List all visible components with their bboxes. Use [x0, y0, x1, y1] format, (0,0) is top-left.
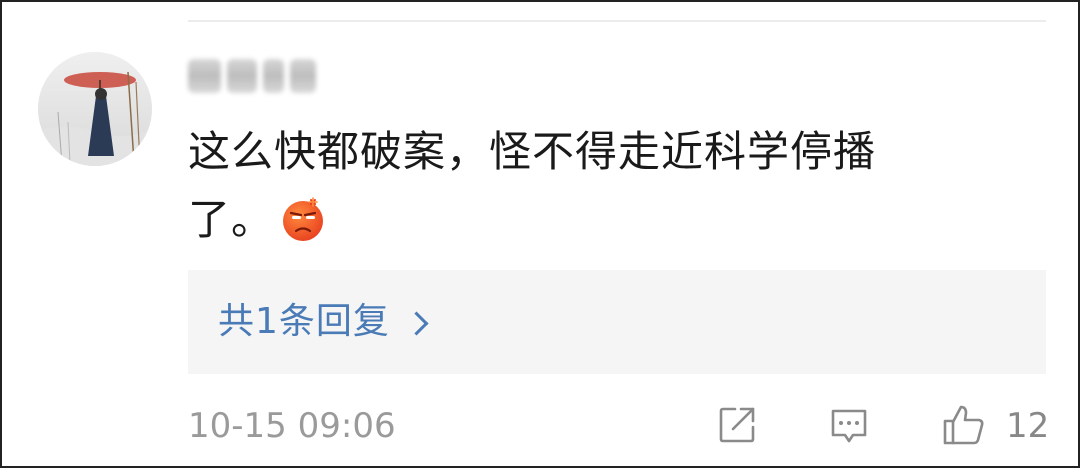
- share-icon: [719, 407, 755, 443]
- username-blur-block: [227, 59, 257, 93]
- angry-face-emoji-icon: [280, 194, 326, 241]
- avatar-illustration: [38, 52, 152, 166]
- comment-body: 这么快都破案，怪不得走近科学停播 了。: [188, 118, 968, 254]
- chevron-right-icon: [404, 310, 429, 336]
- username-blur-block: [290, 59, 316, 93]
- replies-count-label: 共1条回复: [218, 301, 390, 342]
- view-replies-button[interactable]: 共1条回复: [188, 270, 1046, 374]
- share-button[interactable]: [712, 400, 762, 450]
- top-divider: [188, 20, 1046, 22]
- comment-line-2-text: 了。: [188, 195, 275, 244]
- view-replies-link[interactable]: 共1条回复: [218, 300, 429, 344]
- username-blur-block: [262, 59, 285, 93]
- comment-timestamp: 10-15 09:06: [188, 406, 396, 446]
- comment-icon: [831, 409, 867, 443]
- comment-line-1: 这么快都破案，怪不得走近科学停播: [188, 127, 877, 176]
- reply-button[interactable]: [824, 400, 874, 450]
- like-button[interactable]: [938, 400, 988, 450]
- user-avatar[interactable]: [38, 52, 152, 166]
- username-blurred[interactable]: [188, 54, 316, 98]
- comment-card: 这么快都破案，怪不得走近科学停播 了。 共1条回复 10-15 09:06 12: [0, 0, 1080, 468]
- thumbs-up-icon: [943, 405, 984, 445]
- comment-line-2: 了。: [188, 186, 968, 254]
- username-blur-block: [188, 59, 222, 93]
- like-count: 12: [1006, 406, 1050, 446]
